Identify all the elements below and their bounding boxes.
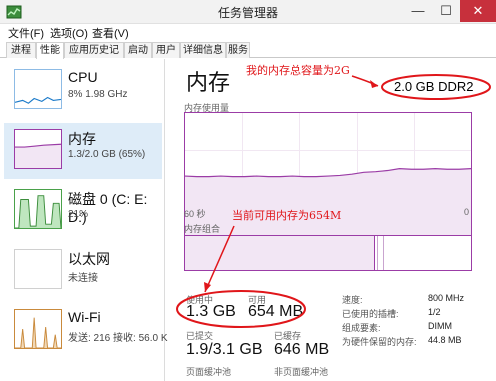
tab-processes[interactable]: 进程 <box>6 42 36 58</box>
memory-composition-bar <box>184 235 472 271</box>
in-use-value: 1.3 GB <box>186 303 236 320</box>
menu-options[interactable]: 选项(O) <box>50 25 88 41</box>
graph-axis-right: 0 <box>464 207 470 217</box>
sidebar-item-wifi[interactable]: Wi-Fi 发送: 216 接收: 56.0 K <box>4 303 168 359</box>
memory-composition-label: 内存组合 <box>184 224 221 234</box>
committed-value: 1.9/3.1 GB <box>186 341 263 358</box>
annotation-total-memory: 我的内存总容量为2G <box>246 64 350 77</box>
slots-used-value: 1/2 <box>428 307 441 317</box>
sidebar-item-label: Wi-Fi <box>68 309 101 325</box>
hardware-reserved-label: 为硬件保留的内存: <box>342 337 417 347</box>
tab-performance[interactable]: 性能 <box>36 42 64 59</box>
speed-value: 800 MHz <box>428 293 465 303</box>
sidebar-item-value: 1.3/2.0 GB (65%) <box>68 149 146 160</box>
tab-app-history[interactable]: 应用历史记录 <box>64 42 124 71</box>
graph-axis-left: 60 秒 <box>184 209 206 219</box>
minimize-button[interactable]: — <box>404 0 432 22</box>
menu-bar: 文件(F) 选项(O) 查看(V) <box>0 24 496 42</box>
composition-in-use <box>185 236 375 270</box>
menu-file[interactable]: 文件(F) <box>8 25 44 41</box>
memory-capacity: 2.0 GB DDR2 <box>394 79 474 94</box>
sidebar-item-memory[interactable]: 内存 1.3/2.0 GB (65%) <box>4 123 162 179</box>
page-title: 内存 <box>186 70 231 95</box>
sidebar-item-label: 以太网 <box>68 251 110 267</box>
menu-view[interactable]: 查看(V) <box>92 25 129 41</box>
sidebar-item-ethernet[interactable]: 以太网 未连接 <box>4 243 162 299</box>
speed-label: 速度: <box>342 295 363 305</box>
tab-services[interactable]: 服务 <box>226 42 250 58</box>
ethernet-thumbnail <box>14 249 62 289</box>
form-factor-label: 组成要素: <box>342 323 381 333</box>
available-value: 654 MB <box>248 303 304 320</box>
maximize-button[interactable]: ☐ <box>432 0 460 22</box>
paged-pool-label: 页面缓冲池 <box>186 367 232 377</box>
disk-thumbnail <box>14 189 62 229</box>
memory-thumbnail <box>14 129 62 169</box>
wifi-thumbnail <box>14 309 62 349</box>
sidebar-item-label: CPU <box>68 69 98 85</box>
performance-sidebar: CPU 8% 1.98 GHz 内存 1.3/2.0 GB (65%) 磁盘 0… <box>0 59 168 381</box>
cpu-thumbnail <box>14 69 62 109</box>
tab-startup[interactable]: 启动 <box>124 42 152 58</box>
cached-value: 646 MB <box>274 341 330 358</box>
slots-used-label: 已使用的插槽: <box>342 309 399 319</box>
tab-details[interactable]: 详细信息 <box>180 42 226 58</box>
sidebar-item-value: 21% <box>68 209 89 220</box>
sidebar-item-value: 8% 1.98 GHz <box>68 89 128 100</box>
annotation-available-memory: 当前可用内存为654M <box>232 209 342 222</box>
hardware-reserved-value: 44.8 MB <box>428 335 462 345</box>
sidebar-item-value: 未连接 <box>68 273 98 284</box>
sidebar-item-label: 内存 <box>68 131 96 147</box>
tab-bar: 进程 性能 应用历史记录 启动 用户 详细信息 服务 <box>0 42 496 71</box>
nonpaged-pool-label: 非页面缓冲池 <box>274 367 329 377</box>
title-bar: 任务管理器 — ☐ ✕ <box>0 0 496 24</box>
sidebar-item-value: 发送: 216 接收: 56.0 K <box>68 333 168 344</box>
tab-users[interactable]: 用户 <box>152 42 180 58</box>
sidebar-item-cpu[interactable]: CPU 8% 1.98 GHz <box>4 63 162 119</box>
form-factor-value: DIMM <box>428 321 452 331</box>
close-button[interactable]: ✕ <box>460 0 496 22</box>
sidebar-item-disk[interactable]: 磁盘 0 (C: E: D:) 21% <box>4 183 162 239</box>
